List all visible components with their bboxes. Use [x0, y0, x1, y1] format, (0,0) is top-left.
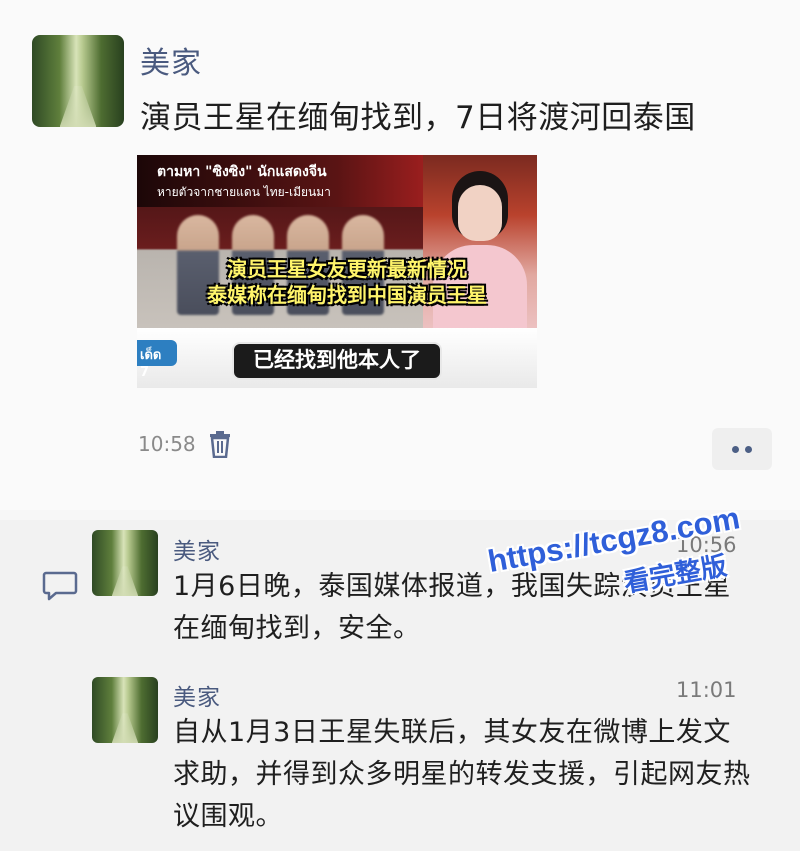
- comment-text[interactable]: 1月6日晚，泰国媒体报道，我国失踪演员王星在缅甸找到，安全。: [173, 566, 753, 650]
- thai-headline-1: ตามหา "ซิงซิง" นักแสดงจีน: [157, 164, 327, 180]
- image-caption-2: 泰媒称在缅甸找到中国演员王星: [207, 283, 487, 307]
- image-caption-1: 演员王星女友更新最新情况: [227, 257, 467, 281]
- post-image[interactable]: ตามหา "ซิงซิง" นักแสดงจีน หายตัวจากชายแด…: [137, 155, 537, 388]
- more-dots-icon: [732, 446, 739, 453]
- comment-time: 11:01: [676, 678, 737, 702]
- comment-author-name[interactable]: 美家: [173, 678, 221, 712]
- comment-avatar[interactable]: [92, 677, 158, 743]
- more-dots-button[interactable]: [712, 428, 772, 470]
- post-author-avatar[interactable]: [32, 35, 124, 127]
- trash-icon[interactable]: [208, 430, 232, 458]
- moment-post: 美家 演员王星在缅甸找到，7日将渡河回泰国 ตามหา "ซิงซิง" นัก…: [0, 0, 800, 510]
- thai-headline-2: หายตัวจากชายแดน ไทย-เมียนมา: [157, 185, 331, 199]
- comment-text[interactable]: 自从1月3日王星失联后，其女友在微博上发文求助，并得到众多明星的转发支援，引起网…: [173, 712, 753, 838]
- channel-logo: เด็ด 7: [137, 340, 177, 380]
- post-text: 演员王星在缅甸找到，7日将渡河回泰国: [140, 100, 696, 136]
- comment-icon: [42, 571, 78, 601]
- image-subtitle: 已经找到他本人了: [232, 342, 442, 380]
- post-author-name[interactable]: 美家: [140, 38, 202, 82]
- comment-author-name[interactable]: 美家: [173, 532, 221, 566]
- comment-avatar[interactable]: [92, 530, 158, 596]
- comment-time: 10:56: [676, 533, 737, 557]
- post-time: 10:58: [138, 432, 196, 456]
- thai-headline-bar: ตามหา "ซิงซิง" นักแสดงจีน หายตัวจากชายแด…: [137, 155, 423, 207]
